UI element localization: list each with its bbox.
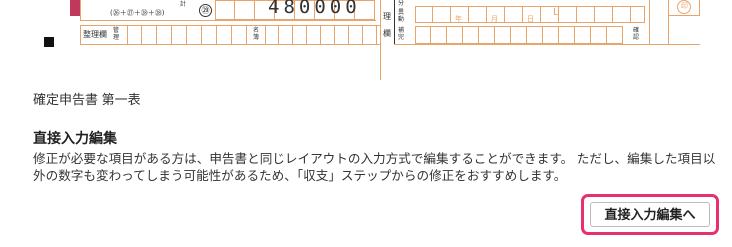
kanri-label: 管理 (113, 27, 120, 41)
edit-heading: 直接入力編集 (33, 130, 117, 146)
kanri-cells (127, 25, 247, 45)
hokan-cells (415, 26, 623, 44)
day-unit: 日 (527, 15, 534, 23)
bun-label: 分 (398, 0, 405, 7)
direct-edit-button[interactable]: 直接入力編集へ (590, 202, 710, 227)
ran-label: 欄 (383, 29, 391, 38)
edit-description: 修正が必要な項目がある方は、申告書と同じレイアウトの入力方式で編集することができ… (33, 152, 716, 183)
year-unit: 年 (455, 15, 462, 23)
idou-label: 異動 (398, 9, 405, 23)
month-unit: 月 (491, 15, 498, 23)
section-title: 確定申告書 第一表 (33, 92, 141, 107)
field-number-29: ㉙ (199, 4, 212, 17)
kakunin-label: 確認 (633, 27, 640, 41)
stamp-circle (677, 0, 691, 14)
date-marker: L (553, 7, 559, 18)
seirinran-label: 整理欄 (83, 30, 107, 39)
tax-form-preview: 計 (㉖＋㉗＋㉘＋㉘) ㉙ 480000 理 欄 分 異動 年 月 日 L 印 … (0, 0, 732, 80)
meibo-label: 名簿 (253, 27, 260, 41)
total-amount: 480000 (268, 0, 361, 18)
edit-button-highlight: 直接入力編集へ (581, 194, 719, 235)
total-label: 計 (180, 1, 187, 8)
total-formula: (㉖＋㉗＋㉘＋㉘) (110, 9, 165, 17)
form-color-mark (70, 0, 80, 16)
meibo-cells (265, 25, 377, 45)
ri-label: 理 (383, 12, 391, 21)
square-bullet (44, 37, 54, 47)
hokan-label: 補完 (398, 27, 405, 41)
